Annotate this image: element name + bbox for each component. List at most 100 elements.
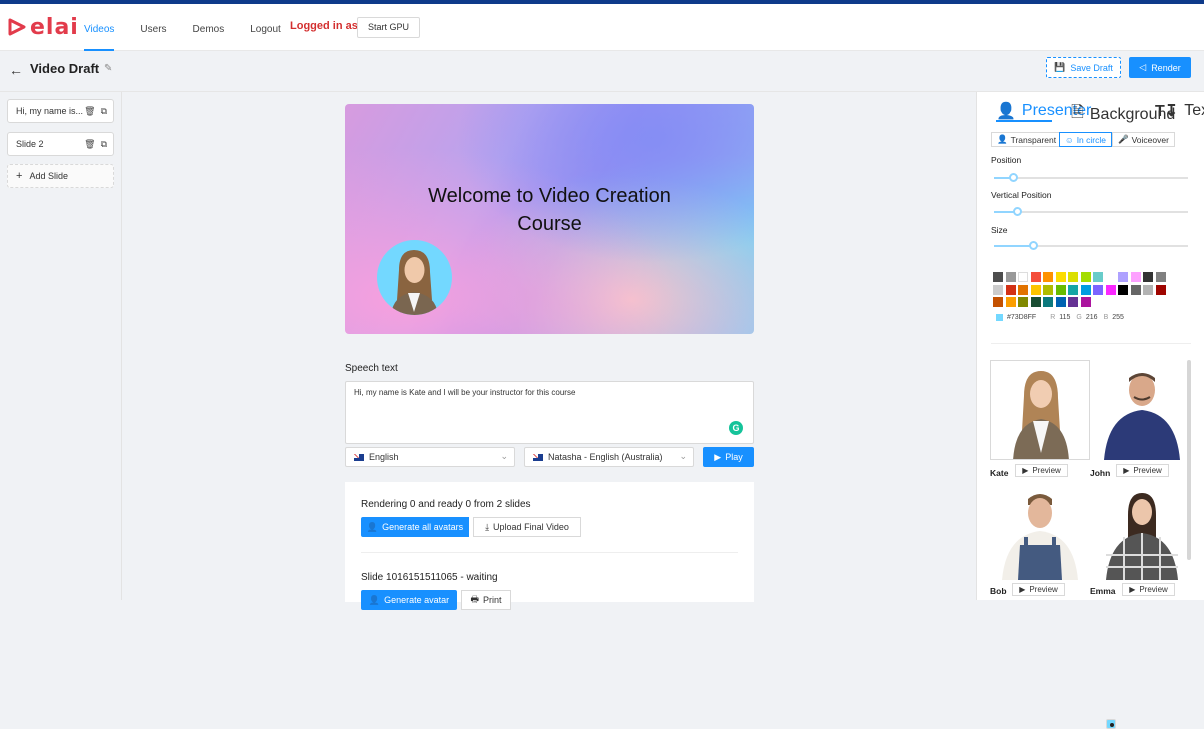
tab-text[interactable]: T↧ Text	[1155, 101, 1204, 121]
rendering-panel: Rendering 0 and ready 0 from 2 slides 👤 …	[345, 482, 754, 610]
start-gpu-button[interactable]: Start GPU	[357, 17, 421, 38]
color-swatch[interactable]	[1030, 272, 1041, 282]
color-swatch[interactable]	[1018, 284, 1028, 295]
presenters-scrollbar[interactable]	[1187, 360, 1191, 560]
color-swatch[interactable]	[1130, 272, 1141, 282]
mode-in-circle[interactable]: ☺ In circle	[1059, 132, 1112, 147]
delete-icon[interactable]: 🗑	[84, 106, 95, 117]
color-swatch[interactable]	[1068, 297, 1078, 307]
vertical-position-slider[interactable]	[994, 207, 1188, 216]
slide-canvas[interactable]: Welcome to Video Creation Course	[345, 104, 754, 334]
voice-select[interactable]: Natasha - English (Australia) ⌄	[524, 447, 694, 467]
voice-value: Natasha - English (Australia)	[548, 452, 663, 462]
color-swatch[interactable]	[1093, 272, 1103, 282]
color-swatch[interactable]	[993, 284, 1003, 295]
preview-john-button[interactable]: ▶ Preview	[1116, 464, 1169, 477]
speech-text-input[interactable]: Hi, my name is Kate and I will be your i…	[345, 381, 754, 444]
position-slider[interactable]	[994, 173, 1188, 182]
play-icon: ▶	[1123, 466, 1130, 475]
color-preview	[996, 314, 1003, 321]
slider-handle[interactable]	[1028, 241, 1038, 250]
nav-users[interactable]: Users	[140, 4, 166, 51]
color-swatch[interactable]	[1080, 284, 1091, 295]
color-swatch[interactable]	[1068, 284, 1078, 295]
nav-demos[interactable]: Demos	[193, 4, 225, 51]
color-swatch[interactable]	[1043, 272, 1053, 282]
color-swatch[interactable]	[1018, 297, 1028, 307]
slide-item-1[interactable]: Hi, my name is... 🗑 ⧉	[7, 99, 114, 123]
generate-all-avatars-button[interactable]: 👤 Generate all avatars	[361, 517, 469, 537]
copy-icon[interactable]: ⧉	[101, 106, 107, 117]
play-button[interactable]: ▶ Play	[703, 447, 754, 467]
preview-kate-button[interactable]: ▶ Preview	[1015, 464, 1068, 477]
color-swatch[interactable]	[1018, 272, 1028, 282]
color-swatch[interactable]	[1068, 272, 1078, 282]
color-swatch[interactable]	[1118, 272, 1128, 282]
preview-emma-button[interactable]: ▶ Preview	[1122, 583, 1175, 596]
grammarly-icon[interactable]: G	[729, 421, 743, 435]
presenter-kate[interactable]	[990, 360, 1090, 460]
color-swatch[interactable]	[1055, 297, 1066, 307]
nav-logout[interactable]: Logout	[250, 4, 281, 51]
color-swatch[interactable]	[1080, 297, 1091, 307]
hex-value[interactable]: #73D8FF	[1007, 314, 1036, 321]
color-swatch[interactable]	[1043, 297, 1053, 307]
language-select[interactable]: English ⌄	[345, 447, 515, 467]
color-swatch[interactable]	[1093, 284, 1103, 295]
preview-bob-button[interactable]: ▶ Preview	[1012, 583, 1065, 596]
color-swatch[interactable]	[1005, 297, 1016, 307]
slider-handle[interactable]	[1009, 173, 1019, 182]
color-swatch[interactable]	[993, 272, 1003, 282]
render-button[interactable]: ◁ Render	[1129, 57, 1191, 78]
copy-icon[interactable]: ⧉	[101, 139, 107, 150]
slide-title-line-1: Welcome to Video Creation	[428, 185, 671, 207]
app-header: elai Videos Users Demos Logout Logged in…	[0, 4, 1204, 51]
color-swatch[interactable]	[1105, 719, 1116, 729]
chevron-down-icon: ⌄	[679, 451, 687, 461]
color-swatch[interactable]	[1055, 272, 1066, 282]
color-swatch[interactable]	[1043, 284, 1053, 295]
user-icon: 👤	[368, 594, 381, 605]
delete-icon[interactable]: 🗑	[84, 139, 95, 150]
nav-videos[interactable]: Videos	[84, 4, 115, 51]
back-arrow-icon[interactable]: ←	[9, 62, 23, 78]
color-swatch[interactable]	[1030, 297, 1041, 307]
microphone-icon: 🎤	[1118, 134, 1129, 144]
color-swatch[interactable]	[1105, 284, 1116, 295]
color-swatch[interactable]	[1130, 284, 1141, 295]
flag-icon	[533, 453, 543, 461]
color-swatch[interactable]	[1143, 284, 1153, 295]
edit-pencil-icon[interactable]: ✎	[104, 63, 112, 74]
color-swatch[interactable]	[1055, 284, 1066, 295]
r-value[interactable]: 115	[1059, 314, 1070, 321]
g-value[interactable]: 216	[1086, 314, 1098, 321]
color-swatch[interactable]	[1005, 284, 1016, 295]
slide-title[interactable]: Welcome to Video Creation Course	[345, 182, 754, 238]
presenter-emma[interactable]	[1090, 485, 1190, 580]
presenter-bob[interactable]	[990, 485, 1090, 580]
color-swatch[interactable]	[1118, 284, 1128, 295]
slide-item-2[interactable]: Slide 2 🗑 ⧉	[7, 132, 114, 156]
upload-final-video-button[interactable]: ⤓ Upload Final Video	[473, 517, 581, 537]
slider-handle[interactable]	[1013, 207, 1023, 216]
print-button[interactable]: 🖶 Print	[461, 590, 511, 610]
color-swatch[interactable]	[1155, 272, 1166, 282]
color-swatch[interactable]	[1143, 272, 1153, 282]
elai-logo[interactable]: elai	[8, 15, 79, 40]
size-slider[interactable]	[994, 241, 1188, 250]
mode-voiceover[interactable]: 🎤 Voiceover	[1112, 132, 1175, 147]
generate-avatar-button[interactable]: 👤 Generate avatar	[361, 590, 457, 610]
presenter-avatar-circle[interactable]	[377, 240, 452, 315]
b-value[interactable]: 255	[1112, 314, 1124, 321]
color-swatch[interactable]	[1155, 284, 1166, 295]
color-swatch[interactable]	[1005, 272, 1016, 282]
save-draft-button[interactable]: 💾 Save Draft	[1046, 57, 1121, 78]
color-swatch[interactable]	[1080, 272, 1091, 282]
presenter-bob-image	[990, 485, 1090, 580]
mode-transparent[interactable]: 👤 Transparent	[991, 132, 1063, 147]
upload-icon: ⤓	[485, 521, 490, 532]
color-swatch[interactable]	[1030, 284, 1041, 295]
add-slide-button[interactable]: + Add Slide	[7, 164, 114, 188]
color-swatch[interactable]	[993, 297, 1003, 307]
presenter-john[interactable]	[1090, 360, 1190, 460]
